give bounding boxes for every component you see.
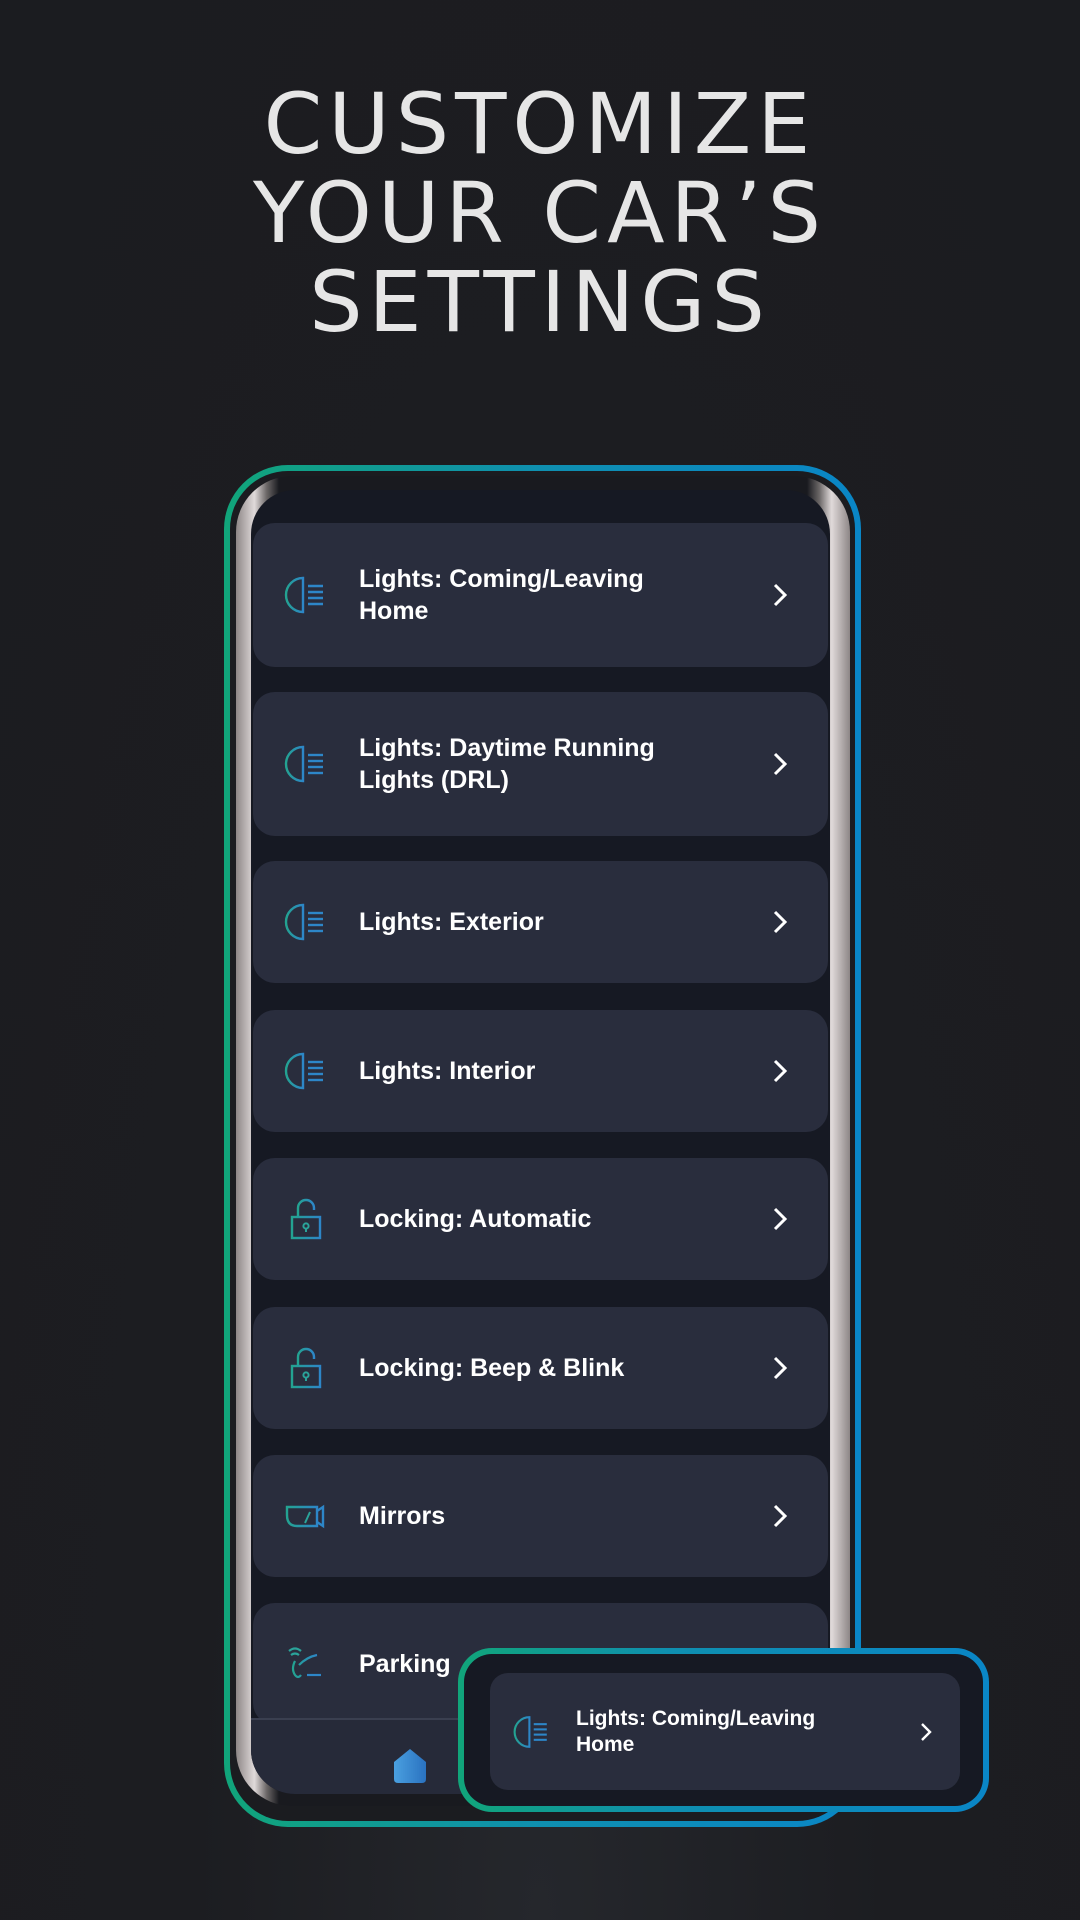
settings-item-locking-automatic[interactable]: Locking: Automatic bbox=[253, 1158, 828, 1280]
settings-item-locking-beep-blink[interactable]: Locking: Beep & Blink bbox=[253, 1307, 828, 1429]
settings-item-label: Lights: Coming/Leaving Home bbox=[359, 565, 644, 625]
chevron-right-icon bbox=[770, 1058, 790, 1084]
headlight-icon bbox=[283, 899, 329, 945]
settings-item-label: Lights: Interior bbox=[359, 1057, 536, 1085]
settings-item-lights-exterior[interactable]: Lights: Exterior bbox=[253, 861, 828, 983]
parking-sensor-icon bbox=[283, 1641, 329, 1687]
mirror-icon bbox=[283, 1493, 329, 1539]
settings-item-lights-drl[interactable]: Lights: Daytime Running Lights (DRL) bbox=[253, 692, 828, 836]
headline: CUSTOMIZE YOUR CAR’S SETTINGS bbox=[0, 80, 1080, 347]
chevron-right-icon bbox=[770, 909, 790, 935]
padlock-icon bbox=[283, 1196, 329, 1242]
headline-line-3: SETTINGS bbox=[309, 253, 771, 351]
settings-item-mirrors[interactable]: Mirrors bbox=[253, 1455, 828, 1577]
callout-item-lights-coming-leaving[interactable]: Lights: Coming/Leaving Home bbox=[490, 1673, 960, 1790]
settings-item-label: Mirrors bbox=[359, 1502, 446, 1530]
settings-item-label: Locking: Automatic bbox=[359, 1205, 592, 1233]
chevron-right-icon bbox=[770, 1503, 790, 1529]
headlight-icon bbox=[283, 741, 329, 787]
headlight-icon bbox=[283, 572, 329, 618]
callout-highlight: Lights: Coming/Leaving Home bbox=[458, 1648, 989, 1812]
settings-item-label: Locking: Beep & Blink bbox=[359, 1354, 625, 1382]
settings-item-lights-coming-leaving[interactable]: Lights: Coming/Leaving Home bbox=[253, 523, 828, 667]
chevron-right-icon bbox=[770, 582, 790, 608]
settings-item-label: Lights: Exterior bbox=[359, 908, 544, 936]
headlight-icon bbox=[283, 1048, 329, 1094]
headline-line-2: YOUR CAR’S bbox=[253, 164, 827, 262]
chevron-right-icon bbox=[770, 751, 790, 777]
chevron-right-icon bbox=[770, 1206, 790, 1232]
chevron-right-icon bbox=[770, 1355, 790, 1381]
chevron-right-icon bbox=[918, 1721, 934, 1743]
phone-screen: Lights: Coming/Leaving Home Lights: Dayt… bbox=[251, 490, 830, 1794]
settings-item-lights-interior[interactable]: Lights: Interior bbox=[253, 1010, 828, 1132]
home-icon[interactable] bbox=[392, 1748, 428, 1784]
headlight-icon bbox=[512, 1712, 552, 1752]
padlock-icon bbox=[283, 1345, 329, 1391]
headline-line-1: CUSTOMIZE bbox=[263, 75, 817, 173]
settings-item-label: Lights: Daytime Running Lights (DRL) bbox=[359, 734, 655, 794]
callout-item-label: Lights: Coming/Leaving Home bbox=[576, 1706, 816, 1756]
